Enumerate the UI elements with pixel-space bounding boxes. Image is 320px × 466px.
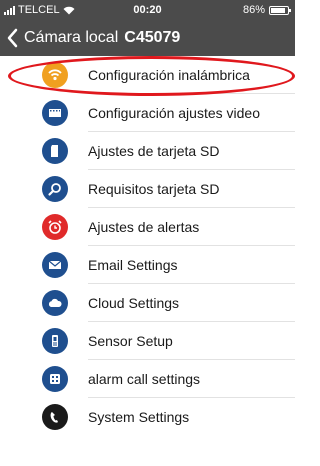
magnifier-icon bbox=[42, 176, 68, 202]
menu-item-label: Requisitos tarjeta SD bbox=[88, 181, 220, 197]
menu-item-wireless[interactable]: Configuración inalámbrica bbox=[0, 56, 295, 94]
menu-item-email[interactable]: Email Settings bbox=[0, 246, 295, 284]
menu-item-alerts[interactable]: Ajustes de alertas bbox=[0, 208, 295, 246]
menu-item-label: Ajustes de alertas bbox=[88, 219, 200, 235]
status-bar: TELCEL 00:20 86% bbox=[0, 0, 295, 20]
menu-item-system[interactable]: System Settings bbox=[0, 398, 295, 436]
menu-item-video[interactable]: Configuración ajustes video bbox=[0, 94, 295, 132]
chevron-left-icon[interactable] bbox=[2, 24, 24, 52]
battery-indicator: 86% bbox=[242, 4, 291, 16]
menu-item-label: Configuración ajustes video bbox=[88, 105, 260, 121]
device-code: C45079 bbox=[124, 29, 181, 46]
menu-item-label: Cloud Settings bbox=[88, 295, 180, 311]
menu-item-label: alarm call settings bbox=[88, 371, 201, 387]
settings-list: Configuración inalámbrica Configuración … bbox=[0, 56, 295, 436]
phone-handset-icon bbox=[42, 404, 68, 430]
menu-item-label: Configuración inalámbrica bbox=[88, 67, 250, 83]
back-button-label[interactable]: Cámara local bbox=[24, 29, 118, 47]
phone-keypad-icon bbox=[42, 366, 68, 392]
battery-icon bbox=[269, 5, 291, 15]
menu-item-cloud[interactable]: Cloud Settings bbox=[0, 284, 295, 322]
menu-item-label: Ajustes de tarjeta SD bbox=[88, 143, 220, 159]
sd-card-icon bbox=[42, 138, 68, 164]
menu-item-sd-settings[interactable]: Ajustes de tarjeta SD bbox=[0, 132, 295, 170]
cloud-icon bbox=[42, 290, 68, 316]
alarm-clock-icon bbox=[42, 214, 68, 240]
sensor-icon bbox=[42, 328, 68, 354]
menu-item-sd-requirements[interactable]: Requisitos tarjeta SD bbox=[0, 170, 295, 208]
wifi-icon bbox=[42, 62, 68, 88]
menu-item-label: Email Settings bbox=[88, 257, 178, 273]
navigation-bar: Cámara local C45079 bbox=[0, 20, 295, 56]
envelope-icon bbox=[42, 252, 68, 278]
menu-item-label: System Settings bbox=[88, 409, 190, 425]
film-icon bbox=[42, 100, 68, 126]
menu-item-sensor[interactable]: Sensor Setup bbox=[0, 322, 295, 360]
menu-item-alarm-call[interactable]: alarm call settings bbox=[0, 360, 295, 398]
battery-percent: 86% bbox=[242, 4, 265, 16]
menu-item-label: Sensor Setup bbox=[88, 333, 173, 349]
